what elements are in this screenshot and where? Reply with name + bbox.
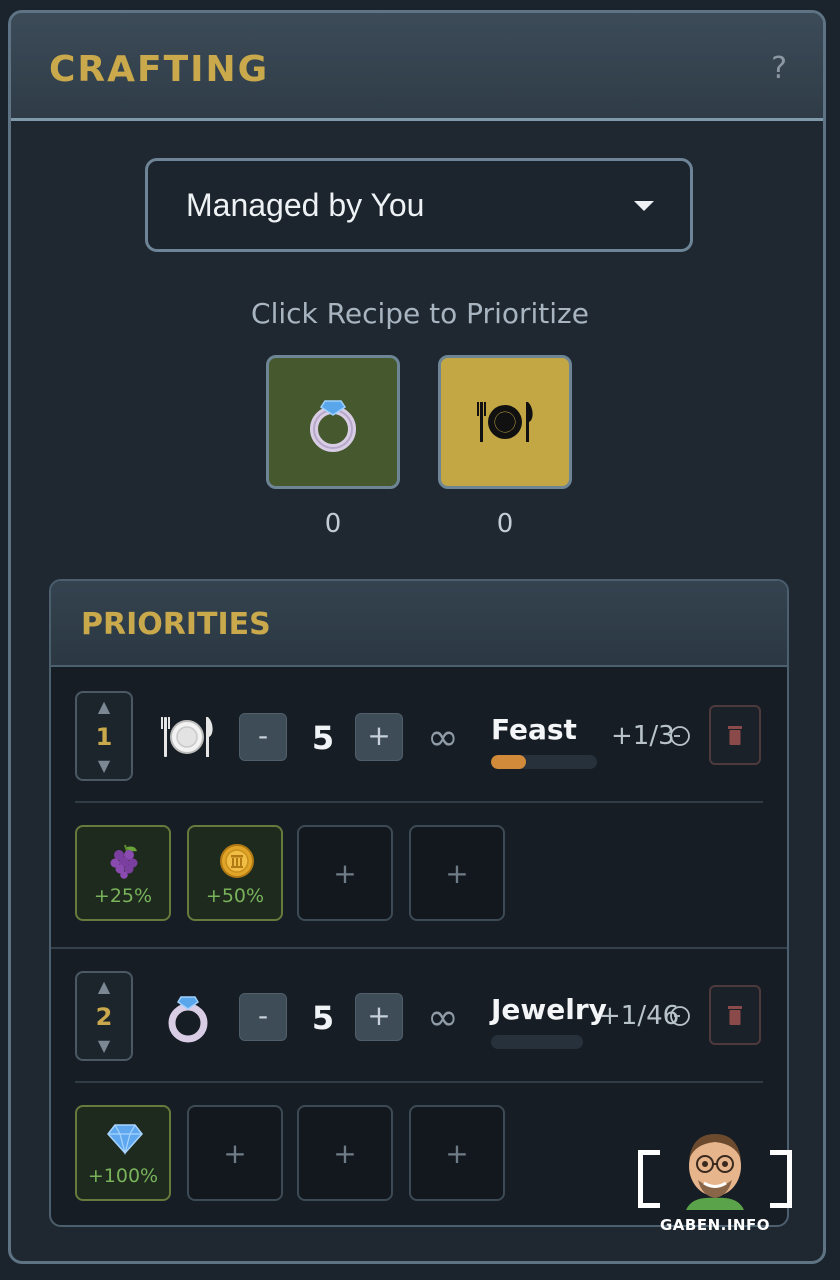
empty-bonus-slot[interactable]: + [409, 825, 505, 921]
delete-button[interactable] [709, 985, 761, 1045]
plate-cutlery-icon [477, 402, 533, 442]
move-down-icon[interactable]: ▼ [77, 756, 131, 775]
gem-icon [107, 1124, 143, 1155]
management-dropdown[interactable]: Managed by You [145, 158, 693, 252]
ring-icon [163, 987, 213, 1051]
ring-icon [310, 400, 356, 452]
row-divider [75, 1081, 763, 1083]
grapes-icon [110, 844, 138, 879]
bonus-value: +25% [93, 885, 153, 907]
progress-bar [491, 1035, 583, 1049]
progress-bar-fill [491, 755, 526, 769]
quantity-value: 5 [311, 999, 335, 1037]
trash-icon [728, 726, 742, 745]
plus-icon: + [445, 857, 469, 890]
move-up-icon[interactable]: ▲ [77, 977, 131, 996]
bonus-slot[interactable]: +25% [75, 825, 171, 921]
plus-icon: + [223, 1137, 247, 1170]
recipe-name: Feast [491, 713, 577, 746]
clock-icon [670, 726, 690, 746]
bonus-value: +100% [87, 1165, 159, 1187]
order-control: ▲ 1 ▼ [75, 691, 133, 781]
recipe-count-feast: 0 [496, 509, 514, 539]
panel-title: CRAFTING [49, 49, 270, 90]
dropdown-selected-value: Managed by You [186, 187, 425, 223]
panel-header: CRAFTING ? [11, 13, 823, 121]
bonus-value: +50% [205, 885, 265, 907]
quantity-value: 5 [311, 719, 335, 757]
move-down-icon[interactable]: ▼ [77, 1036, 131, 1055]
recipe-button-feast[interactable] [438, 355, 572, 489]
plus-icon: + [333, 857, 357, 890]
priority-row-feast: ▲ 1 ▼ - 5 + ∞ Feast +1/3 +25% +50% + + [51, 669, 787, 949]
order-control: ▲ 2 ▼ [75, 971, 133, 1061]
coin-icon [220, 844, 254, 878]
bonus-slot[interactable]: +100% [75, 1105, 171, 1201]
watermark: GABEN.INFO [638, 1130, 792, 1234]
empty-bonus-slot[interactable]: + [409, 1105, 505, 1201]
move-up-icon[interactable]: ▲ [77, 697, 131, 716]
production-rate: +1/3 [611, 721, 675, 751]
recipe-name: Jewelry [491, 993, 607, 1026]
recipe-count-jewelry: 0 [324, 509, 342, 539]
plus-icon: + [333, 1137, 357, 1170]
avatar [686, 1134, 744, 1210]
clock-icon [670, 1006, 690, 1026]
delete-button[interactable] [709, 705, 761, 765]
empty-bonus-slot[interactable]: + [297, 1105, 393, 1201]
watermark-text: GABEN.INFO [660, 1216, 770, 1234]
bracket-left [638, 1150, 660, 1208]
increase-quantity-button[interactable]: + [355, 713, 403, 761]
infinity-toggle[interactable]: ∞ [427, 715, 459, 759]
progress-bar [491, 755, 597, 769]
empty-bonus-slot[interactable]: + [187, 1105, 283, 1201]
decrease-quantity-button[interactable]: - [239, 713, 287, 761]
production-rate: +1/46 [599, 1001, 680, 1031]
infinity-toggle[interactable]: ∞ [427, 995, 459, 1039]
chevron-down-icon [634, 201, 654, 211]
empty-bonus-slot[interactable]: + [297, 825, 393, 921]
priorities-title: PRIORITIES [81, 607, 271, 642]
decrease-quantity-button[interactable]: - [239, 993, 287, 1041]
priorities-header: PRIORITIES [51, 581, 787, 667]
priority-number: 1 [95, 723, 113, 751]
bonus-slot[interactable]: +50% [187, 825, 283, 921]
help-icon[interactable]: ? [771, 51, 787, 86]
bracket-right [770, 1150, 792, 1208]
trash-icon [728, 1006, 742, 1025]
priority-number: 2 [95, 1003, 113, 1031]
increase-quantity-button[interactable]: + [355, 993, 403, 1041]
recipe-hint: Click Recipe to Prioritize [251, 297, 589, 330]
recipe-button-jewelry[interactable] [266, 355, 400, 489]
plate-cutlery-icon [159, 715, 215, 763]
row-divider [75, 801, 763, 803]
plus-icon: + [445, 1137, 469, 1170]
crafting-panel: CRAFTING ? Managed by You Click Recipe t… [8, 10, 826, 1264]
